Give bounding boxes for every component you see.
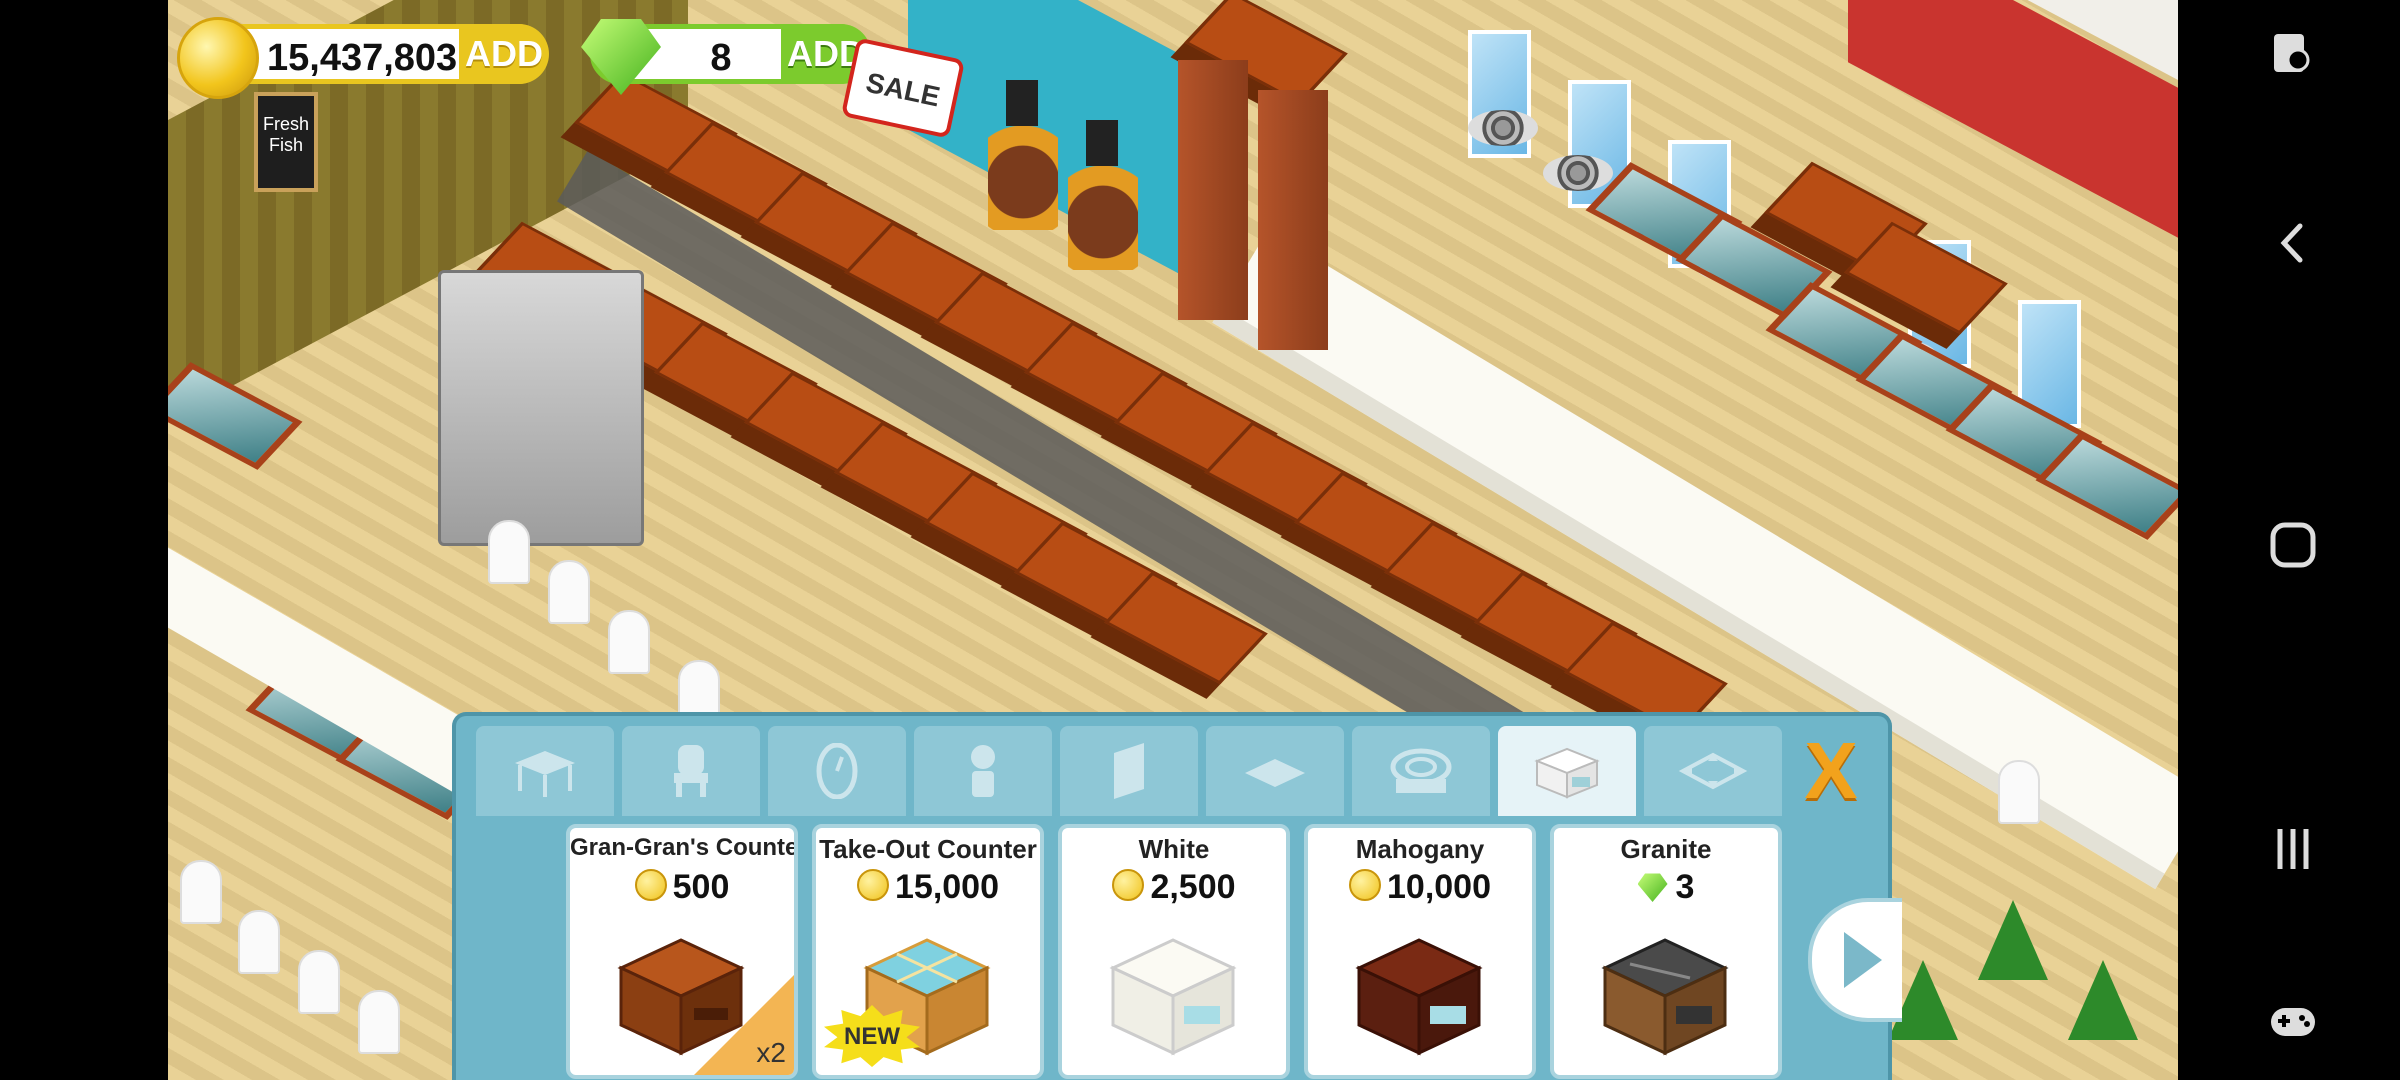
- wooden-pillar[interactable]: [1178, 60, 1248, 320]
- chair[interactable]: [298, 950, 340, 1014]
- item-name: Take-Out Counter: [819, 834, 1037, 864]
- coin-icon: [177, 17, 259, 99]
- item-price: 10,000: [1308, 868, 1532, 907]
- store-item-mahogany[interactable]: Mahogany 10,000: [1304, 824, 1536, 1079]
- clock-icon: [816, 743, 858, 799]
- coin-icon: [1112, 869, 1145, 901]
- store-item-gran-grans-counter[interactable]: Gran-Gran's Counter 500 x2: [566, 824, 798, 1079]
- counter-image: [1601, 938, 1729, 1056]
- coin-icon: [857, 869, 889, 901]
- counter-image: [1109, 938, 1237, 1056]
- tab-wall-decor[interactable]: [768, 726, 906, 816]
- plant-icon: [971, 745, 995, 797]
- store-item-take-out-counter[interactable]: Take-Out Counter 15,000 NEW: [812, 824, 1044, 1079]
- recent-apps-icon[interactable]: [2268, 824, 2318, 874]
- item-price: 2,500: [1062, 868, 1286, 907]
- turkey-decoration[interactable]: [988, 110, 1058, 230]
- tree-decoration[interactable]: [1978, 900, 2048, 980]
- tree-decoration[interactable]: [2068, 960, 2138, 1040]
- tab-expansion[interactable]: [1644, 726, 1782, 816]
- tab-chairs[interactable]: [622, 726, 760, 816]
- stove-icon: [1390, 748, 1452, 793]
- white-counter[interactable]: [168, 547, 488, 813]
- item-name: Gran-Gran's Counter: [570, 834, 798, 861]
- add-coins-button[interactable]: ADD: [459, 24, 549, 84]
- tab-walls[interactable]: [1060, 726, 1198, 816]
- tab-floors[interactable]: [1206, 726, 1344, 816]
- chair[interactable]: [608, 610, 650, 674]
- item-price: 15,000: [816, 868, 1040, 907]
- coin-icon: [634, 869, 667, 901]
- chair[interactable]: [1998, 760, 2040, 824]
- chair[interactable]: [358, 990, 400, 1054]
- tab-decorations[interactable]: [914, 726, 1052, 816]
- gem-counter: 8 ADD: [581, 19, 871, 95]
- wall-icon: [1114, 743, 1144, 799]
- game-controller-icon[interactable]: [2268, 996, 2318, 1046]
- counter-image: [1355, 938, 1483, 1056]
- stove[interactable]: [1468, 110, 1538, 146]
- item-price: 3: [1554, 868, 1778, 907]
- store-panel: X Gran-Gran's Counter 500 x2 Take-Out Co…: [452, 712, 1902, 1080]
- item-name: Mahogany: [1355, 834, 1485, 864]
- coin-counter: 15,437,803 ADD: [177, 17, 549, 99]
- pilgrim-hat: [1006, 80, 1038, 126]
- chair[interactable]: [180, 860, 222, 924]
- gem-balance: 8: [710, 37, 732, 79]
- chair[interactable]: [548, 560, 590, 624]
- android-nav-bar: [2178, 0, 2400, 1080]
- coin-balance: 15,437,803: [267, 37, 458, 79]
- floor-tile-icon: [1245, 759, 1305, 787]
- back-icon[interactable]: [2268, 218, 2318, 268]
- turkey-decoration[interactable]: [1068, 150, 1138, 270]
- store-tabs: [476, 726, 1856, 816]
- gem-icon: [1637, 873, 1668, 902]
- next-page-button[interactable]: [1808, 898, 1902, 1022]
- wooden-pillar[interactable]: [1258, 90, 1328, 350]
- home-icon[interactable]: [2268, 520, 2318, 570]
- expand-icon: [1678, 752, 1748, 790]
- chair-icon: [674, 745, 708, 797]
- counter-icon: [1534, 747, 1600, 799]
- chair[interactable]: [488, 520, 530, 584]
- pilgrim-hat: [1086, 120, 1118, 166]
- tab-stoves[interactable]: [1352, 726, 1490, 816]
- store-item-granite[interactable]: Granite 3: [1550, 824, 1782, 1079]
- item-name: White: [1138, 834, 1210, 864]
- coin-icon: [1349, 869, 1381, 901]
- item-name: Granite: [1620, 834, 1712, 864]
- salad-bar[interactable]: [438, 270, 644, 546]
- stove[interactable]: [1543, 155, 1613, 191]
- fresh-fish-sign[interactable]: Fresh Fish: [254, 92, 318, 192]
- screen-pin-icon[interactable]: [2268, 30, 2318, 80]
- table-icon: [515, 751, 575, 797]
- tab-counters[interactable]: [1498, 726, 1636, 816]
- store-item-white[interactable]: White 2,500: [1058, 824, 1290, 1079]
- counter-image: [617, 938, 745, 1056]
- tab-tables[interactable]: [476, 726, 614, 816]
- chair[interactable]: [238, 910, 280, 974]
- sale-label: SALE: [863, 66, 943, 113]
- item-price: 500: [570, 868, 794, 907]
- close-store-button[interactable]: X: [1786, 726, 1876, 816]
